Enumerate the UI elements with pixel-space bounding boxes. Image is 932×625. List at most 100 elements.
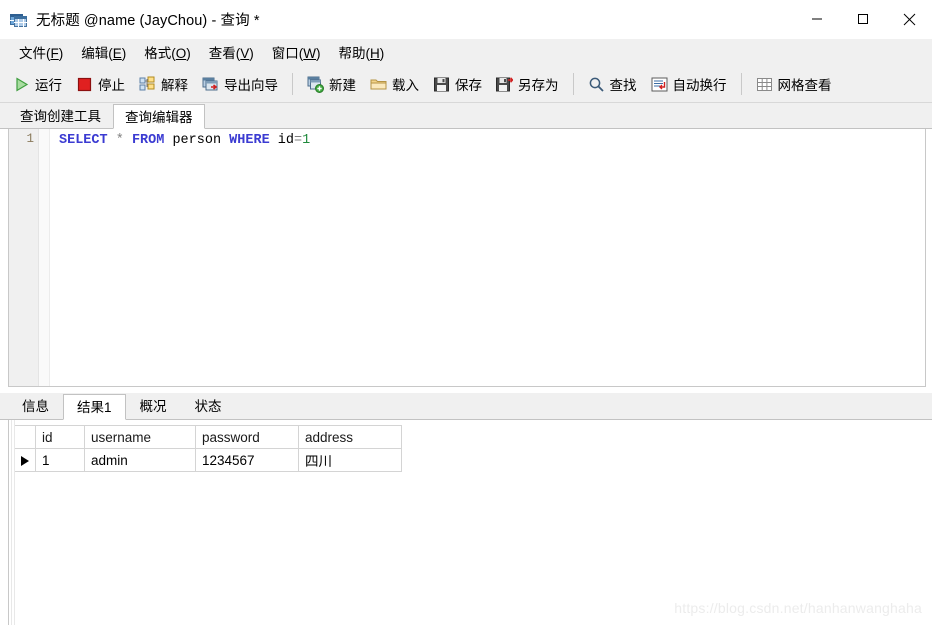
cell-id[interactable]: 1 [35, 448, 85, 472]
menu-item-help[interactable]: 帮助(H) [330, 39, 394, 65]
menu-accel-help: H [370, 46, 380, 61]
toolbar-separator-3 [740, 73, 742, 95]
save-label: 保存 [455, 78, 482, 93]
window-title: 无标题 @name (JayChou) - 查询 * [36, 12, 260, 29]
sql-table-name: person [172, 133, 222, 148]
toolbar-separator-2 [572, 73, 574, 95]
watermark: https://blog.csdn.net/hanhanwanghaha [674, 600, 922, 616]
menu-accel-format: O [175, 46, 187, 61]
row-indicator-cell[interactable] [14, 448, 36, 472]
find-label: 查找 [609, 78, 637, 93]
menu-item-view[interactable]: 查看(V) [200, 39, 263, 65]
menu-label-file: 文件 [19, 46, 46, 61]
tab-query-editor[interactable]: 查询编辑器 [113, 104, 205, 129]
close-button[interactable] [886, 0, 932, 38]
close-icon [903, 13, 915, 25]
find-button[interactable]: 查找 [581, 69, 644, 99]
run-label: 运行 [35, 78, 62, 93]
grid-view-button[interactable]: 网格查看 [749, 69, 839, 99]
menu-label-view: 查看 [208, 46, 236, 61]
new-query-icon [307, 76, 324, 93]
export-wizard-label: 导出向导 [224, 78, 278, 93]
grid-header-address[interactable]: address [298, 425, 402, 449]
tab-result-1[interactable]: 结果1 [63, 394, 126, 420]
menu-item-format[interactable]: 格式(O) [135, 39, 200, 65]
save-as-button[interactable]: 另存为 [489, 69, 566, 99]
cell-password[interactable]: 1234567 [195, 448, 299, 472]
grid-view-icon [756, 76, 773, 93]
menu-bar: 文件(F) 编辑(E) 格式(O) 查看(V) 窗口(W) 帮助(H) [0, 39, 932, 66]
tab-status[interactable]: 状态 [181, 393, 236, 419]
search-icon [588, 76, 605, 93]
sql-keyword-select: SELECT [59, 133, 108, 148]
editor-tab-strip: 查询创建工具 查询编辑器 [0, 103, 932, 129]
grid-view-label: 网格查看 [777, 78, 832, 93]
save-as-label: 另存为 [518, 78, 559, 93]
menu-item-edit[interactable]: 编辑(E) [72, 39, 135, 65]
grid-header-id[interactable]: id [35, 425, 85, 449]
cell-username[interactable]: admin [84, 448, 196, 472]
open-button[interactable]: 载入 [363, 69, 426, 99]
open-folder-icon [370, 76, 387, 93]
explain-button[interactable]: 解释 [132, 69, 195, 99]
menu-item-window[interactable]: 窗口(W) [263, 39, 330, 65]
pane-border-left-1 [11, 420, 12, 625]
menu-accel-view: V [240, 46, 250, 61]
sql-editor[interactable]: 1 SELECT * FROM person WHERE id=1 [8, 129, 926, 387]
grid-header-password[interactable]: password [195, 425, 299, 449]
table-row[interactable]: 1 admin 1234567 四川 [14, 448, 402, 472]
line-number-1: 1 [26, 132, 34, 146]
editor-code-area[interactable]: SELECT * FROM person WHERE id=1 [50, 129, 925, 386]
tab-query-builder[interactable]: 查询创建工具 [8, 103, 113, 128]
toolbar: 运行 停止 解释 导出向导 新建 载入 保存 另存为 查找 自动换行 网格查看 [0, 66, 932, 103]
current-row-arrow-icon [21, 455, 29, 466]
editor-fold-margin[interactable] [39, 129, 50, 386]
menu-label-help: 帮助 [338, 46, 366, 61]
explain-tree-icon [139, 76, 156, 93]
editor-line-numbers: 1 [9, 129, 39, 386]
new-query-button[interactable]: 新建 [300, 69, 363, 99]
sql-keyword-from: FROM [131, 133, 165, 148]
query-window: 无标题 @name (JayChou) - 查询 * 文件(F) 编辑(E) 格… [0, 0, 932, 625]
sql-keyword-where: WHERE [229, 133, 270, 148]
minimize-button[interactable] [794, 0, 840, 38]
export-wizard-icon [202, 76, 219, 93]
word-wrap-button[interactable]: 自动换行 [644, 69, 734, 99]
maximize-icon [858, 14, 868, 24]
table-window-icon [10, 12, 27, 27]
sql-literal-value: 1 [302, 133, 311, 148]
maximize-button[interactable] [840, 0, 886, 38]
result-grid[interactable]: id username password address 1 admin 123… [14, 425, 402, 472]
stop-label: 停止 [98, 78, 125, 93]
pane-border-left-2 [14, 420, 15, 625]
stop-icon [76, 76, 93, 93]
result-grid-pane: id username password address 1 admin 123… [8, 420, 932, 625]
stop-button[interactable]: 停止 [69, 69, 132, 99]
menu-label-window: 窗口 [271, 46, 299, 61]
play-icon [13, 76, 30, 93]
save-button[interactable]: 保存 [426, 69, 489, 99]
grid-corner-cell[interactable] [14, 425, 36, 449]
menu-label-edit: 编辑 [81, 46, 109, 61]
open-label: 载入 [392, 78, 419, 93]
menu-accel-window: W [303, 46, 317, 61]
save-icon [433, 76, 450, 93]
result-grid-scroll[interactable]: id username password address 1 admin 123… [9, 420, 932, 472]
sql-operator-equals: = [294, 133, 303, 148]
menu-accel-edit: E [112, 46, 122, 61]
new-query-label: 新建 [329, 78, 356, 93]
export-wizard-button[interactable]: 导出向导 [195, 69, 285, 99]
menu-accel-file: F [50, 46, 59, 61]
save-as-icon [496, 76, 514, 93]
sql-star: * [115, 133, 124, 148]
word-wrap-icon [651, 76, 668, 93]
title-bar: 无标题 @name (JayChou) - 查询 * [0, 0, 932, 39]
cell-address[interactable]: 四川 [298, 448, 402, 472]
menu-label-format: 格式 [144, 46, 172, 61]
run-button[interactable]: 运行 [6, 69, 69, 99]
tab-info[interactable]: 信息 [8, 393, 63, 419]
grid-header-username[interactable]: username [84, 425, 196, 449]
tab-profile[interactable]: 概况 [126, 393, 181, 419]
word-wrap-label: 自动换行 [672, 78, 727, 93]
menu-item-file[interactable]: 文件(F) [10, 39, 72, 65]
